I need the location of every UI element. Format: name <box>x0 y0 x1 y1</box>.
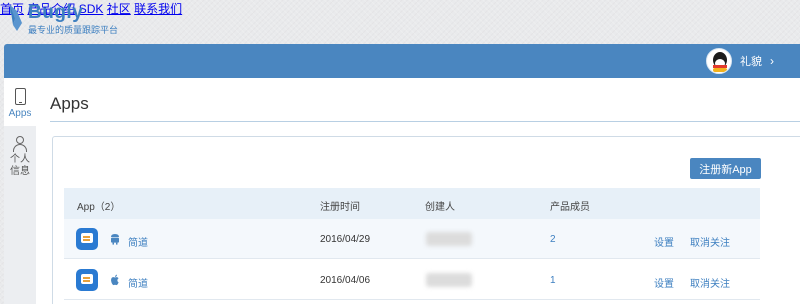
creator-blurred <box>426 273 472 287</box>
user-menu[interactable]: 礼貌 › <box>706 48 774 74</box>
members-count-link[interactable]: 2 <box>550 234 556 245</box>
top-navigation: Bugly 最专业的质量跟踪平台 首页 产品介绍 SDK 社区 联系我们 <box>0 0 800 44</box>
register-date: 2016/04/06 <box>320 275 371 286</box>
unfollow-link[interactable]: 取消关注 <box>690 234 730 249</box>
chevron-right-icon[interactable]: › <box>770 54 774 68</box>
sidebar-item-label: 个人 <box>10 154 30 165</box>
sidebar-item-label: 信息 <box>10 166 30 177</box>
nav-contact-us[interactable]: 联系我们 <box>134 2 182 16</box>
phone-icon <box>14 88 26 105</box>
brand-name: Bugly <box>28 2 84 23</box>
table-header: App（2） 注册时间 创建人 产品成员 <box>64 188 760 219</box>
table-row[interactable]: 简道 2016/04/29 2 设置 取消关注 <box>64 219 760 259</box>
title-divider <box>50 121 800 122</box>
bugly-logo[interactable]: Bugly 最专业的质量跟踪平台 <box>8 3 118 36</box>
page-title: Apps <box>50 94 89 113</box>
column-header-app: App（2） <box>77 202 121 213</box>
header-bar: 礼貌 › <box>4 44 800 78</box>
sidebar-item-label: Apps <box>8 108 32 119</box>
register-date: 2016/04/29 <box>320 234 371 245</box>
settings-link[interactable]: 设置 <box>654 275 674 290</box>
user-name[interactable]: 礼貌 <box>740 53 762 69</box>
register-app-button[interactable]: 注册新App <box>690 158 761 179</box>
person-icon <box>12 136 28 152</box>
android-icon <box>111 234 119 245</box>
app-icon[interactable] <box>76 228 98 250</box>
column-header-members: 产品成员 <box>550 202 590 213</box>
table-row[interactable]: 简道 2016/04/06 1 设置 取消关注 <box>64 260 760 300</box>
app-name-link[interactable]: 简道 <box>128 275 148 290</box>
sidebar-item-apps[interactable]: Apps <box>4 78 36 126</box>
sidebar-item-profile[interactable]: 个人 信息 <box>4 128 36 188</box>
app-name-link[interactable]: 简道 <box>128 234 148 249</box>
main-nav: 首页 产品介绍 SDK 社区 联系我们 <box>0 0 800 17</box>
creator-blurred <box>426 232 472 246</box>
app-icon[interactable] <box>76 269 98 291</box>
sidebar: Apps 个人 信息 <box>4 78 36 304</box>
main-content: Apps 注册新App App（2） 注册时间 创建人 产品成员 简道 2016… <box>36 78 800 304</box>
apple-icon <box>111 274 119 286</box>
column-header-creator: 创建人 <box>425 202 455 213</box>
settings-link[interactable]: 设置 <box>654 234 674 249</box>
column-header-register-time: 注册时间 <box>320 202 360 213</box>
brand-slogan: 最专业的质量跟踪平台 <box>28 25 119 35</box>
avatar[interactable] <box>706 48 732 74</box>
members-count-link[interactable]: 1 <box>550 275 556 286</box>
unfollow-link[interactable]: 取消关注 <box>690 275 730 290</box>
bugly-logo-icon <box>10 5 22 31</box>
